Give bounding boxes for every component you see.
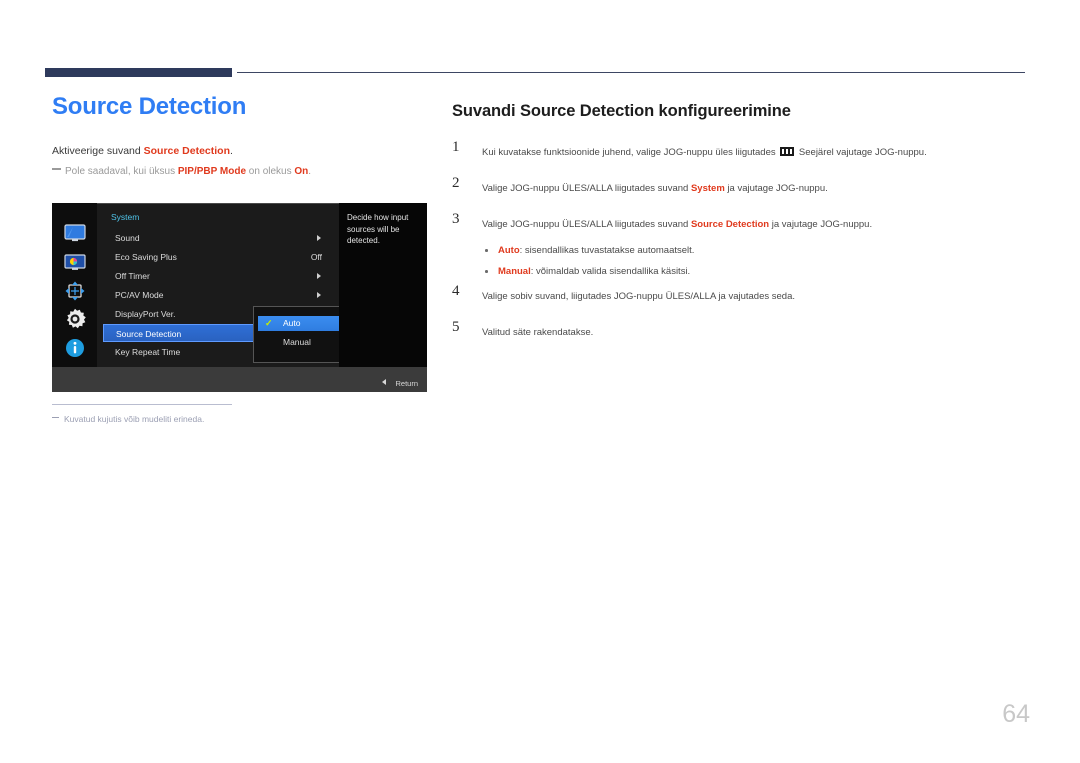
page-title: Source Detection	[52, 93, 247, 120]
osd-menu-header: System	[111, 212, 140, 222]
step-text-before: Valige JOG-nuppu ÜLES/ALLA liigutades su…	[482, 183, 691, 194]
step-2: 2 Valige JOG-nuppu ÜLES/ALLA liigutades …	[452, 175, 1027, 196]
step-3: 3 Valige JOG-nuppu ÜLES/ALLA liigutades …	[452, 211, 1027, 232]
jog-menu-icon	[780, 147, 795, 156]
step-text-after: Seejärel vajutage JOG-nuppu.	[796, 147, 927, 158]
bullet-text: : sisendallikas tuvastatakse automaatsel…	[519, 245, 695, 256]
osd-row-value: Off	[310, 252, 322, 262]
header-rule-thin	[237, 72, 1025, 73]
bullet-keyword: Auto	[498, 245, 520, 256]
step-number: 5	[452, 319, 460, 335]
submenu-arrow-icon	[317, 273, 321, 279]
step-4: 4 Valige sobiv suvand, liigutades JOG-nu…	[452, 283, 1027, 304]
osd-row-sound[interactable]: Sound	[103, 229, 333, 247]
step-number: 3	[452, 211, 460, 227]
step-text: Valitud säte rakendatakse.	[482, 327, 594, 338]
step-text-after: ja vajutage JOG-nuppu.	[769, 219, 873, 230]
option-bullets: Auto: sisendallikas tuvastatakse automaa…	[452, 244, 1027, 279]
return-arrow-icon	[382, 379, 387, 385]
step-text: Valige sobiv suvand, liigutades JOG-nupp…	[482, 291, 795, 302]
step-text: Valige JOG-nuppu ÜLES/ALLA liigutades su…	[482, 219, 872, 230]
step-1: 1 Kui kuvatakse funktsioonide juhend, va…	[452, 139, 1027, 160]
submenu-arrow-icon	[317, 235, 321, 241]
picture-color-icon[interactable]	[63, 250, 87, 274]
osd-row-label: Source Detection	[116, 329, 182, 339]
osd-row-pc-av-mode[interactable]: PC/AV Mode	[103, 286, 333, 304]
bullet-manual: Manual: võimaldab valida sisendallika kä…	[482, 265, 1027, 279]
osd-sidebar	[52, 203, 97, 367]
step-5: 5 Valitud säte rakendatakse.	[452, 319, 1027, 340]
footnote-text: Kuvatud kujutis võib mudeliti erineda.	[64, 414, 205, 424]
left-column: Source Detection Aktiveerige suvand Sour…	[52, 92, 432, 179]
note-keyword-pip: PIP/PBP Mode	[177, 166, 247, 177]
intro-keyword: Source Detection	[143, 145, 230, 157]
note-middle: on olekus	[246, 166, 295, 177]
osd-return-label: Return	[395, 379, 418, 388]
system-gear-icon[interactable]	[63, 307, 87, 331]
osd-row-eco-saving-plus[interactable]: Eco Saving Plus Off	[103, 248, 333, 266]
step-text-before: Valige JOG-nuppu ÜLES/ALLA liigutades su…	[482, 219, 691, 230]
osd-screenshot: System Sound Eco Saving Plus Off Off Tim…	[52, 203, 427, 392]
checkmark-icon: ✓	[265, 318, 273, 328]
osd-submenu-label: Auto	[283, 318, 301, 328]
bullet-auto: Auto: sisendallikas tuvastatakse automaa…	[482, 244, 1027, 258]
section-title: Suvandi Source Detection konfigureerimin…	[452, 102, 791, 120]
intro-prefix: Aktiveerige suvand	[52, 145, 144, 157]
step-text: Kui kuvatakse funktsioonide juhend, vali…	[482, 147, 927, 158]
note-dash-icon	[52, 168, 61, 170]
submenu-arrow-icon	[317, 292, 321, 298]
bullet-text: : võimaldab valida sisendallika käsitsi.	[530, 266, 691, 277]
information-icon[interactable]	[63, 336, 87, 360]
osd-row-label: PC/AV Mode	[115, 290, 164, 300]
display-monitor-icon[interactable]	[63, 221, 87, 245]
osd-row-label: Key Repeat Time	[115, 347, 181, 357]
osd-description-text: Decide how input sources will be detecte…	[347, 213, 409, 245]
step-number: 4	[452, 283, 460, 299]
page-number: 64	[1002, 700, 1030, 728]
step-number: 1	[452, 139, 460, 155]
intro-suffix: .	[230, 145, 233, 157]
osd-description-panel: Decide how input sources will be detecte…	[339, 203, 427, 367]
osd-row-label: DisplayPort Ver.	[115, 309, 176, 319]
right-column: Suvandi Source Detection konfigureerimin…	[452, 100, 1027, 340]
osd-row-label: Off Timer	[115, 271, 150, 281]
osd-row-label: Eco Saving Plus	[115, 252, 177, 262]
step-keyword: Source Detection	[690, 219, 770, 230]
intro-paragraph: Aktiveerige suvand Source Detection.	[52, 144, 432, 159]
step-number: 2	[452, 175, 460, 191]
note-suffix: .	[308, 166, 312, 177]
osd-row-off-timer[interactable]: Off Timer	[103, 267, 333, 285]
osd-return-button[interactable]: Return	[382, 379, 418, 388]
screenshot-footnote: Kuvatud kujutis võib mudeliti erineda.	[52, 404, 382, 426]
note-prefix: Pole saadaval, kui üksus	[65, 166, 178, 177]
osd-menu-panel: System Sound Eco Saving Plus Off Off Tim…	[97, 203, 374, 368]
step-keyword: System	[690, 183, 725, 194]
pip-arrows-icon[interactable]	[63, 279, 87, 303]
header-rule-thick	[45, 68, 232, 77]
footnote-dash-icon	[52, 417, 59, 418]
footnote-rule	[52, 404, 232, 405]
bullet-keyword: Manual	[498, 266, 531, 277]
header-rule	[45, 68, 1025, 77]
footnote-text-wrap: Kuvatud kujutis võib mudeliti erineda.	[52, 413, 382, 426]
osd-footer-bar: Return	[52, 367, 427, 392]
osd-submenu-label: Manual	[283, 337, 311, 347]
step-text-before: Kui kuvatakse funktsioonide juhend, vali…	[482, 147, 779, 158]
step-text: Valige JOG-nuppu ÜLES/ALLA liigutades su…	[482, 183, 828, 194]
step-text-after: ja vajutage JOG-nuppu.	[724, 183, 828, 194]
note-keyword-on: On	[294, 166, 309, 177]
availability-note: Pole saadaval, kui üksus PIP/PBP Mode on…	[52, 164, 432, 179]
osd-row-label: Sound	[115, 233, 140, 243]
